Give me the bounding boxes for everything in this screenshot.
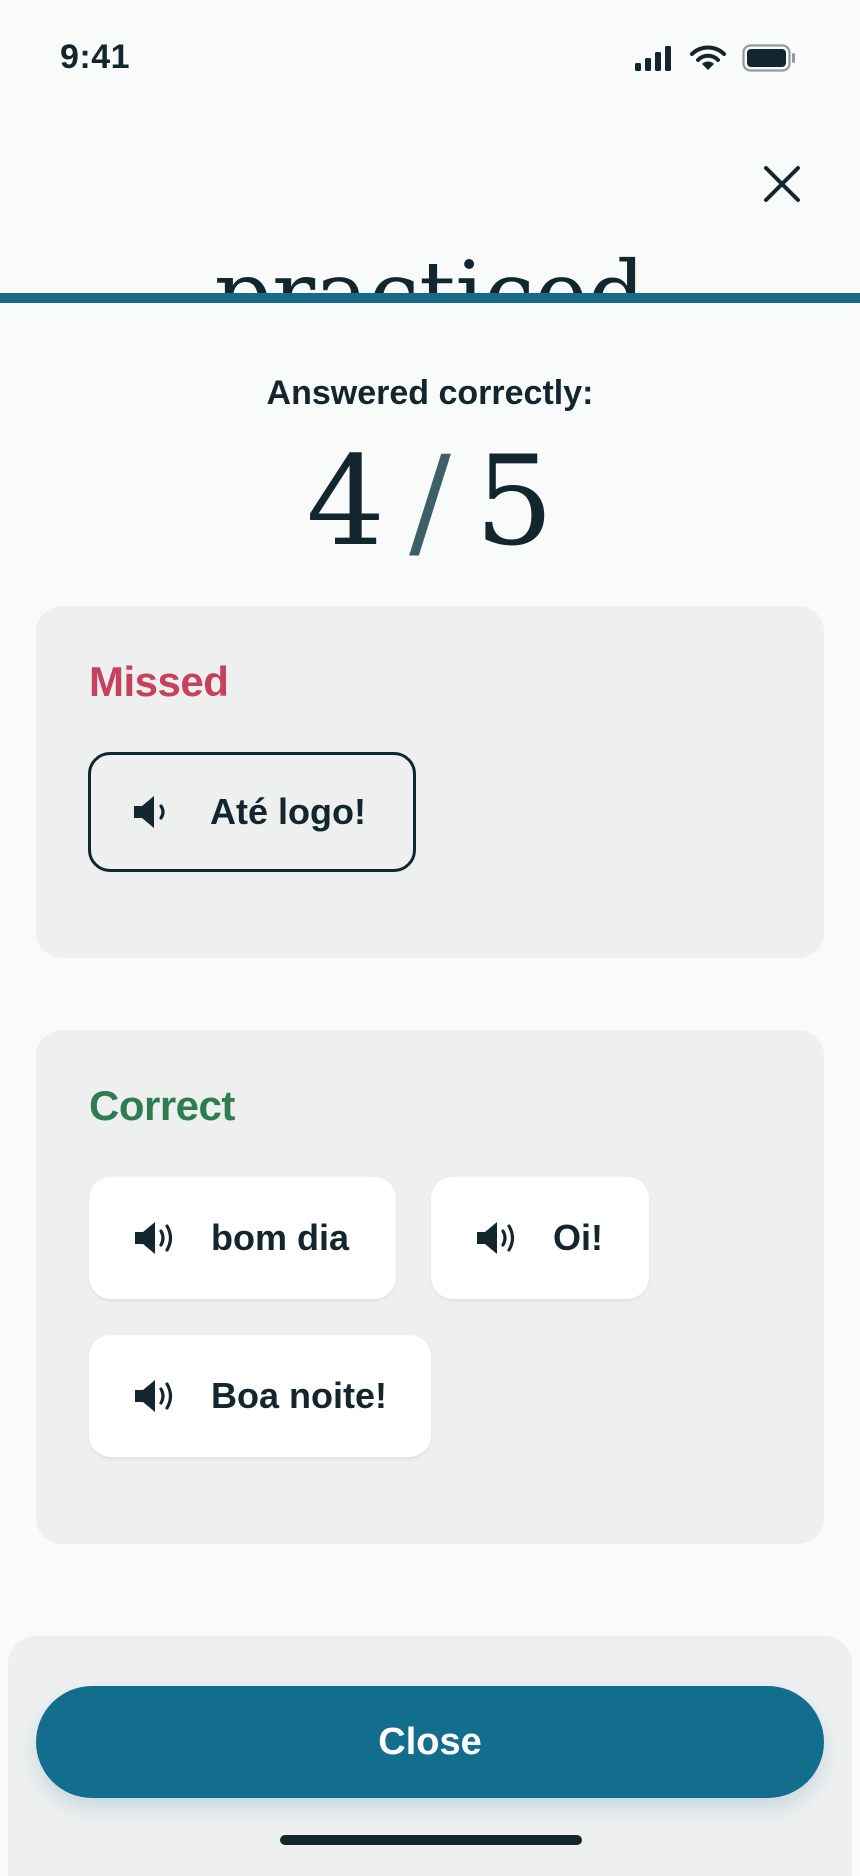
phrase-label: Boa noite! — [211, 1375, 387, 1416]
score: 4/5 — [0, 440, 860, 564]
speaker-icon — [135, 1380, 173, 1412]
phrase-label: bom dia — [211, 1217, 350, 1258]
score-total: 5 — [474, 430, 554, 574]
battery-icon — [742, 44, 795, 72]
score-correct: 4 — [306, 430, 386, 574]
speaker-icon — [135, 1222, 173, 1254]
close-icon[interactable] — [756, 158, 808, 210]
home-indicator[interactable] — [280, 1835, 582, 1845]
speaker-icon — [477, 1222, 515, 1254]
status-bar: 9:41 — [0, 0, 860, 110]
correct-phrase-button[interactable]: Oi! — [431, 1177, 649, 1299]
missed-phrase-button[interactable]: Até logo! — [88, 752, 416, 872]
correct-phrase-button[interactable]: Boa noite! — [89, 1335, 431, 1457]
correct-title: Correct — [89, 1082, 235, 1129]
page-title-clipped: practiced — [0, 220, 860, 297]
correct-section: Correct bom dia Oi! Boa noite! — [36, 1030, 824, 1544]
score-separator: / — [409, 430, 451, 574]
speaker-icon — [134, 796, 165, 828]
status-time: 9:41 — [60, 38, 131, 76]
wifi-icon — [690, 45, 726, 70]
cellular-signal-icon — [635, 46, 671, 71]
phrase-label: Até logo! — [210, 791, 366, 832]
page-title: practiced — [214, 242, 646, 297]
phrase-label: Oi! — [553, 1217, 603, 1258]
correct-phrase-button[interactable]: bom dia — [89, 1177, 396, 1299]
status-icons — [634, 44, 796, 72]
missed-title: Missed — [89, 658, 229, 705]
answered-correctly-label: Answered correctly: — [266, 374, 594, 412]
header-divider — [0, 293, 860, 303]
close-button[interactable]: Close — [36, 1686, 824, 1798]
missed-section: Missed Até logo! — [36, 606, 824, 958]
